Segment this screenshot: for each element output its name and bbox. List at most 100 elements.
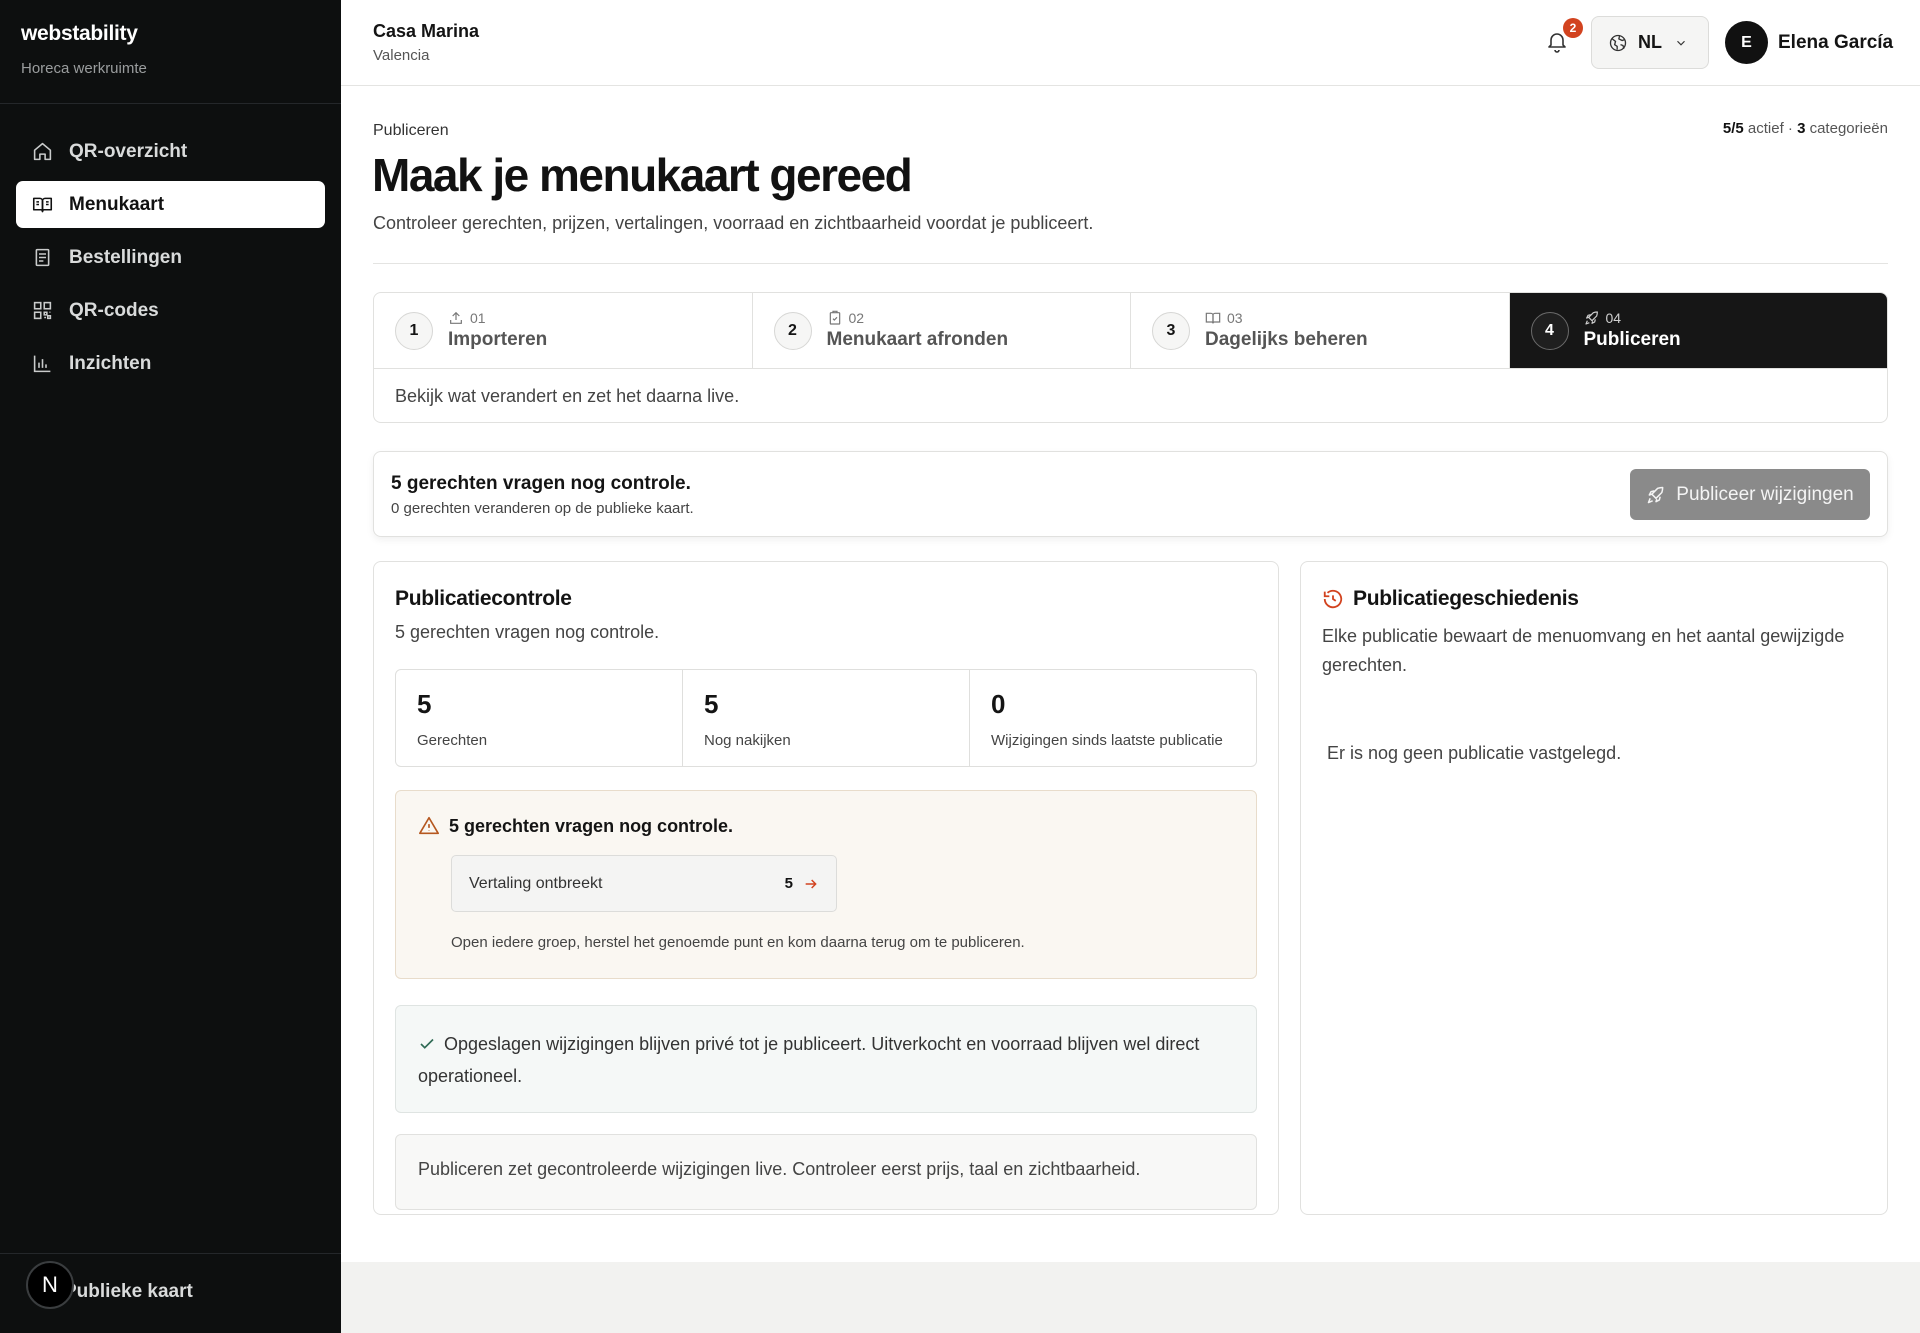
stat-label: Wijzigingen sinds laatste publicatie [991,732,1223,749]
language-select[interactable]: NL [1591,16,1709,69]
publication-check-card: Publicatiecontrole 5 gerechten vragen no… [373,561,1279,1215]
sidebar-item-bestellingen[interactable]: Bestellingen [16,234,325,281]
step-code: 02 [848,310,865,326]
sidebar-item-qr-overzicht[interactable]: QR-overzicht [16,128,325,175]
publish-bar-title: 5 gerechten vragen nog controle. [391,473,691,494]
card-title: Publicatiecontrole [395,587,572,610]
stepper: 1 01 Importeren 2 02 Menukaart afronden … [374,293,1887,369]
step-meta: 01 [448,310,547,326]
sidebar-item-label: QR-codes [69,299,159,321]
stat-value: 5 [704,689,719,719]
step-number: 3 [1152,311,1190,350]
publish-button-label: Publiceer wijzigingen [1676,483,1854,505]
history-heading: Publicatiegeschiedenis [1322,587,1579,611]
active-count: 5/5 [1722,120,1744,137]
book-icon [1205,312,1221,324]
step-label: Importeren [448,329,548,350]
stat-label: Nog nakijken [704,732,791,749]
step-dagelijks-beheren[interactable]: 3 03 Dagelijks beheren [1131,293,1510,368]
home-icon [33,142,52,161]
n-badge[interactable]: N [26,1261,74,1309]
page-footer-band [341,1262,1920,1333]
publish-bar-subtitle: 0 gerechten veranderen op de publieke ka… [391,500,694,517]
notification-count: 2 [1563,18,1583,38]
warning-note: Open iedere groep, herstel het genoemde … [451,934,1025,951]
category-label: categorieën [1809,120,1888,137]
brand: webstability Horeca werkruimte [0,0,341,104]
bar-chart-icon [33,355,51,373]
rocket-icon [1584,311,1598,325]
stats-row: 5 Gerechten 5 Nog nakijken 0 Wijzigingen… [395,669,1257,767]
publish-info: Publiceren zet gecontroleerde wijziginge… [395,1134,1257,1210]
publication-history-card: Publicatiegeschiedenis Elke publicatie b… [1300,561,1888,1215]
sidebar-item-label: Inzichten [69,352,152,374]
steps-card: 1 01 Importeren 2 02 Menukaart afronden … [373,292,1888,423]
sidebar-footer: Publieke kaart N [0,1253,341,1333]
history-subtitle: Elke publicatie bewaart de menuomvang en… [1322,626,1845,675]
warning-icon [419,816,439,835]
sidebar-item-inzichten[interactable]: Inzichten [16,340,325,387]
history-title: Publicatiegeschiedenis [1353,587,1579,610]
step-meta: 02 [827,310,1009,326]
arrow-right-icon [805,878,817,889]
category-count: 3 [1797,120,1806,137]
language-value: NL [1638,32,1662,52]
step-meta: 04 [1584,310,1681,326]
step-importeren[interactable]: 1 01 Importeren [374,293,753,368]
sidebar-item-label: Menukaart [69,193,165,215]
stat-to-review: 5 Nog nakijken [683,670,970,766]
venue-name: Casa Marina [373,21,480,41]
step-code: 03 [1227,310,1243,326]
step-meta: 03 [1205,310,1368,326]
step-hint: Bekijk wat verandert en zet het daarna l… [395,386,740,406]
card-subtitle: 5 gerechten vragen nog controle. [395,622,660,642]
sidebar-item-qr-codes[interactable]: QR-codes [16,287,325,334]
book-icon [32,197,53,213]
topbar: Casa Marina Valencia 2 NL E Elena García [341,0,1920,86]
main-content: Publiceren 5/5 actief · 3 categorieën Ma… [341,86,1920,1262]
public-menu-link[interactable]: Publieke kaart [64,1281,193,1303]
step-label: Dagelijks beheren [1205,329,1368,350]
publish-bar: 5 gerechten vragen nog controle. 0 gerec… [373,451,1888,537]
warning-box: 5 gerechten vragen nog controle. Vertali… [395,790,1257,979]
qr-icon [33,301,52,320]
step-label: Publiceren [1583,329,1681,350]
publish-changes-button[interactable]: Publiceer wijzigingen [1630,469,1870,520]
step-menukaart-afronden[interactable]: 2 02 Menukaart afronden [753,293,1131,368]
page-eyebrow: Publiceren [373,122,449,139]
avatar[interactable]: E [1725,21,1768,64]
chevron-down-icon [1677,40,1685,46]
sidebar-item-label: Bestellingen [69,246,182,268]
step-number: 2 [773,311,812,350]
stat-label: Gerechten [417,732,488,749]
sidebar-item-menukaart[interactable]: Menukaart [16,181,325,228]
clipboard-icon [829,310,840,325]
step-label: Menukaart afronden [826,329,1009,350]
sidebar-nav: QR-overzicht Menukaart Bestellingen QR-c… [0,104,341,387]
sidebar-item-label: QR-overzicht [69,140,188,162]
page-description: Controleer gerechten, prijzen, vertaling… [373,213,1094,233]
step-number: 4 [1530,311,1569,350]
step-publiceren[interactable]: 4 04 Publiceren [1509,293,1887,368]
check-icon [420,1038,434,1049]
privacy-note: Opgeslagen wijzigingen blijven privé tot… [395,1005,1257,1113]
globe-icon [1609,34,1627,51]
menu-summary: 5/5 actief · 3 categorieën [1723,120,1888,137]
issue-label: Vertaling ontbreekt [469,874,603,892]
sidebar: webstability Horeca werkruimte QR-overzi… [0,0,341,1333]
upload-icon [450,311,462,324]
stat-value: 0 [991,689,1006,719]
history-icon [1323,589,1343,609]
stat-value: 5 [417,689,432,719]
privacy-text: Opgeslagen wijzigingen blijven privé tot… [418,1034,1200,1086]
issue-missing-translation[interactable]: Vertaling ontbreekt 5 [451,855,837,912]
step-code: 04 [1605,310,1622,326]
user-name[interactable]: Elena García [1778,32,1893,54]
warning-heading: 5 gerechten vragen nog controle. [418,815,733,837]
brand-name: webstability [21,22,138,45]
venue-city: Valencia [373,47,430,64]
issue-count: 5 [784,875,793,892]
divider [373,263,1888,264]
stat-changes: 0 Wijzigingen sinds laatste publicatie [970,670,1256,766]
workspace-name: Horeca werkruimte [21,60,147,77]
